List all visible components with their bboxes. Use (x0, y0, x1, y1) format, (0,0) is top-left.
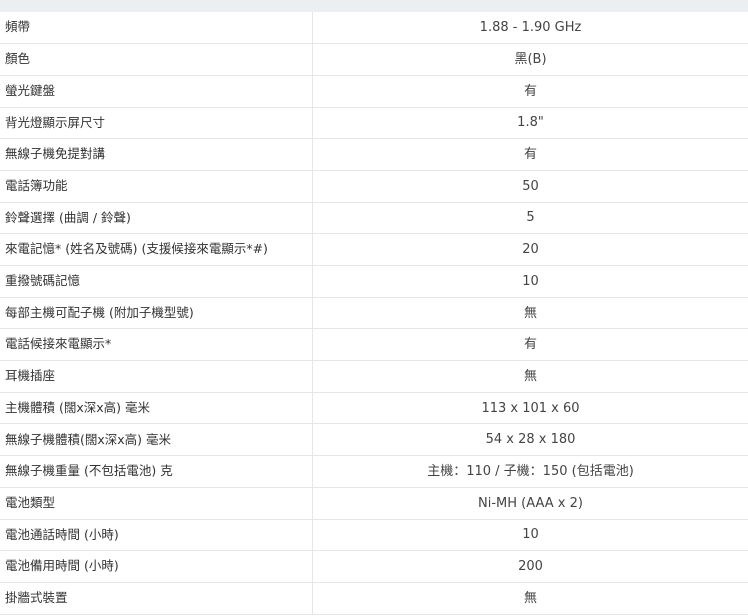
spec-table: 頻帶 1.88 - 1.90 GHz 顏色 黑(B) 螢光鍵盤 有 背光燈顯示屏… (0, 12, 748, 615)
table-row: 無線子機重量 (不包括電池) 克 主機：110 / 子機：150 (包括電池) (0, 455, 748, 488)
table-row: 頻帶 1.88 - 1.90 GHz (0, 12, 748, 45)
spec-value: 10 (312, 519, 748, 552)
table-row: 無線子機體積(闊x深x高) 毫米 54 x 28 x 180 (0, 423, 748, 457)
spec-label: 螢光鍵盤 (0, 75, 313, 108)
table-row: 電池類型 Ni-MH (AAA x 2) (0, 487, 748, 520)
spec-label: 顏色 (0, 43, 313, 76)
table-row: 重撥號碼記憶 10 (0, 265, 748, 298)
table-row: 掛牆式裝置 無 (0, 582, 748, 615)
spec-value: Ni-MH (AAA x 2) (312, 487, 748, 520)
spec-value: 黑(B) (312, 43, 748, 76)
spec-label: 背光燈顯示屏尺寸 (0, 107, 313, 140)
spec-label: 電話簿功能 (0, 170, 313, 203)
table-row: 主機體積 (闊x深x高) 毫米 113 x 101 x 60 (0, 392, 748, 425)
spec-value: 無 (312, 582, 748, 615)
spec-value: 200 (312, 550, 748, 583)
spec-value: 主機：110 / 子機：150 (包括電池) (312, 455, 748, 488)
spec-label: 無線子機重量 (不包括電池) 克 (0, 455, 313, 488)
table-header-bar (0, 0, 748, 12)
table-row: 無線子機免提對講 有 (0, 138, 748, 171)
spec-label: 耳機插座 (0, 360, 313, 393)
table-row: 電話候接來電顯示* 有 (0, 328, 748, 362)
spec-value: 1.88 - 1.90 GHz (312, 12, 748, 45)
spec-value: 10 (312, 265, 748, 298)
table-row: 背光燈顯示屏尺寸 1.8" (0, 107, 748, 140)
spec-value: 有 (312, 328, 748, 362)
spec-value: 有 (312, 138, 748, 171)
spec-label: 電池類型 (0, 487, 313, 520)
spec-value: 54 x 28 x 180 (312, 423, 748, 457)
spec-label: 重撥號碼記憶 (0, 265, 313, 298)
spec-label: 鈴聲選擇 (曲調 / 鈴聲) (0, 202, 313, 235)
spec-label: 無線子機免提對講 (0, 138, 313, 171)
spec-value: 無 (312, 297, 748, 330)
spec-label: 頻帶 (0, 12, 313, 45)
spec-value: 20 (312, 233, 748, 266)
table-row: 耳機插座 無 (0, 360, 748, 393)
table-row: 每部主機可配子機 (附加子機型號) 無 (0, 297, 748, 330)
table-row: 顏色 黑(B) (0, 43, 748, 76)
table-row: 電話簿功能 50 (0, 170, 748, 203)
table-row: 鈴聲選擇 (曲調 / 鈴聲) 5 (0, 202, 748, 235)
spec-label: 來電記憶* (姓名及號碼) (支援候接來電顯示*#) (0, 233, 313, 266)
spec-value: 無 (312, 360, 748, 393)
spec-label: 掛牆式裝置 (0, 582, 313, 615)
spec-label: 每部主機可配子機 (附加子機型號) (0, 297, 313, 330)
table-row: 電池通話時間 (小時) 10 (0, 519, 748, 552)
table-row: 電池備用時間 (小時) 200 (0, 550, 748, 583)
spec-label: 無線子機體積(闊x深x高) 毫米 (0, 423, 313, 457)
spec-value: 有 (312, 75, 748, 108)
spec-label: 電池備用時間 (小時) (0, 550, 313, 583)
spec-label: 主機體積 (闊x深x高) 毫米 (0, 392, 313, 425)
table-row: 來電記憶* (姓名及號碼) (支援候接來電顯示*#) 20 (0, 233, 748, 266)
spec-value: 5 (312, 202, 748, 235)
spec-value: 1.8" (312, 107, 748, 140)
table-row: 螢光鍵盤 有 (0, 75, 748, 108)
spec-label: 電話候接來電顯示* (0, 328, 313, 362)
spec-value: 113 x 101 x 60 (312, 392, 748, 425)
spec-label: 電池通話時間 (小時) (0, 519, 313, 552)
spec-value: 50 (312, 170, 748, 203)
